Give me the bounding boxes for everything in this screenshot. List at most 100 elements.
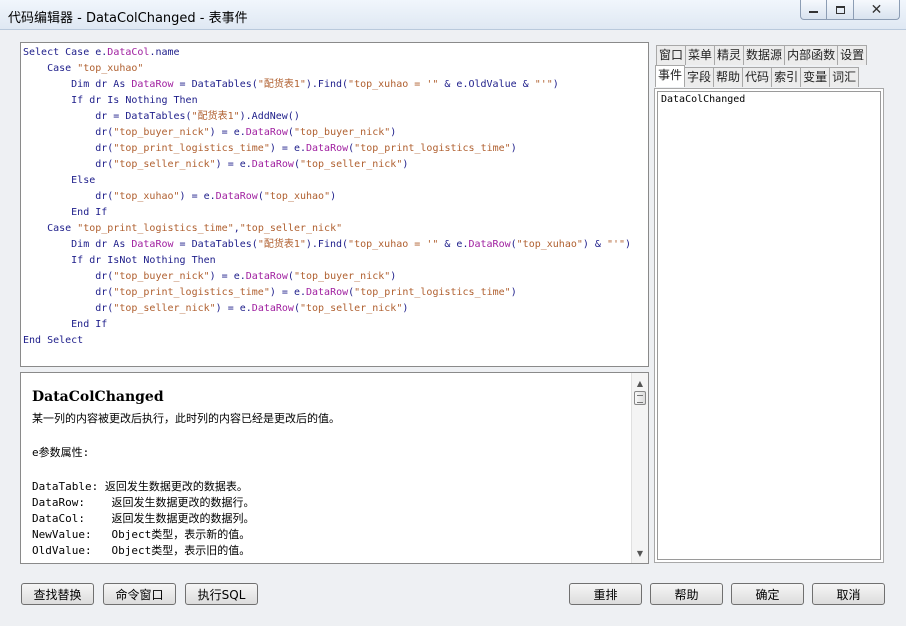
code-token: = DataTables( [173,79,258,90]
tabs-row-top: 窗口 菜单 精灵 数据源 内部函数 设置 [656,45,868,65]
tab-row1-0[interactable]: 窗口 [656,45,687,65]
tab-row2-3[interactable]: 代码 [742,67,773,87]
list-item[interactable]: DataColChanged [658,92,880,107]
execute-sql-button[interactable]: 执行SQL [185,583,258,605]
code-token: "top_seller_nick" [239,223,343,234]
close-button[interactable]: ✕ [854,0,900,20]
code-token: "top_seller_nick" [299,303,403,314]
code-line: Else [23,173,648,189]
code-token: "top_seller_nick" [299,159,403,170]
code-token: "top_xuhao" [516,239,583,250]
rearrange-button[interactable]: 重排 [569,583,642,605]
code-token: ) [402,159,409,170]
tab-row1-5[interactable]: 设置 [837,45,868,65]
code-token: DataRow [251,303,294,314]
tab-row2-0[interactable]: 事件 [655,65,686,87]
code-token: "'" [534,79,553,90]
command-window-button[interactable]: 命令窗口 [103,583,176,605]
code-line: End If [23,205,648,221]
help-param-text: Object类型，表示旧的值。 [98,544,251,557]
code-token: DataRow [251,159,294,170]
code-token: Dim dr As [23,79,132,90]
code-token: "top_print_logistics_time" [77,223,234,234]
code-token: DataRow [215,191,258,202]
tab-row1-3[interactable]: 数据源 [743,45,786,65]
code-line: dr("top_seller_nick") = e.DataRow("top_s… [23,157,648,173]
code-token: ).Find( [305,79,349,90]
tab-row2-4[interactable]: 索引 [771,67,802,87]
scroll-down-icon[interactable]: ▼ [632,545,648,561]
find-replace-button[interactable]: 查找替换 [21,583,94,605]
code-token: ) = e. [269,287,306,298]
ok-button[interactable]: 确定 [731,583,804,605]
help-panel[interactable]: DataColChanged 某一列的内容被更改后执行，此时列的内容已经是更改后… [20,372,649,564]
code-token: If dr IsNot Nothing Then [23,255,216,266]
window-controls: ✕ [800,0,900,20]
tab-row2-1[interactable]: 字段 [684,67,715,87]
help-param-row: DataCol: 返回发生数据更改的数据列。 [32,511,627,527]
event-list[interactable]: DataColChanged [657,91,881,560]
title-bar[interactable]: 代码编辑器 - DataColChanged - 表事件 ✕ [0,0,906,30]
code-token: ).AddNew() [239,111,300,122]
code-token: & e.OldValue & [438,79,535,90]
tab-row2-6[interactable]: 词汇 [829,67,860,87]
help-param-row: OldValue: Object类型，表示旧的值。 [32,543,627,559]
code-token: End If [23,207,108,218]
code-token: dr( [23,127,114,138]
code-token: End If [23,319,108,330]
close-icon: ✕ [870,1,883,18]
help-param-name: DataRow: [32,496,99,509]
code-editor[interactable]: Select Case e.DataCol.name Case "top_xuh… [20,42,649,367]
code-token: DataRow [305,287,349,298]
code-token: dr( [23,191,114,202]
code-token: End Select [23,335,84,346]
code-token: ) [510,287,517,298]
maximize-button[interactable] [827,0,854,20]
code-line: If dr IsNot Nothing Then [23,253,648,269]
code-line: dr = DataTables("配货表1").AddNew() [23,109,648,125]
code-token: & e. [438,239,469,250]
help-param-name: OldValue: [32,544,99,557]
scroll-up-icon[interactable]: ▲ [632,375,648,391]
code-token: "'" [606,239,626,250]
code-line: dr("top_buyer_nick") = e.DataRow("top_bu… [23,269,648,285]
code-line: If dr Is Nothing Then [23,93,648,109]
tab-row1-2[interactable]: 精灵 [714,45,745,65]
code-token: "top_xuhao" [113,191,180,202]
scroll-thumb[interactable] [634,391,646,405]
code-token: "top_print_logistics_time" [354,143,511,154]
minimize-button[interactable] [800,0,827,20]
tab-row2-2[interactable]: 帮助 [713,67,744,87]
code-token: "top_buyer_nick" [113,127,210,138]
code-line: Case "top_xuhao" [23,61,648,77]
code-token: DataRow [131,79,174,90]
code-token: e. [95,47,108,58]
help-param-name: DataCol: [32,512,99,525]
help-scrollbar[interactable]: ▲ ▼ [631,373,648,563]
code-line: Dim dr As DataRow = DataTables("配货表1").F… [23,77,648,93]
code-token: dr = DataTables( [23,111,192,122]
code-token: ) [625,239,632,250]
code-token: Case [23,63,78,74]
tab-row1-1[interactable]: 菜单 [685,45,716,65]
help-button[interactable]: 帮助 [650,583,723,605]
help-param-text: 返回发生数据更改的数据行。 [98,496,255,509]
code-token: dr( [23,159,114,170]
tab-panel: DataColChanged [654,88,884,563]
code-token: "top_xuhao" [263,191,331,202]
tab-row2-5[interactable]: 变量 [800,67,831,87]
code-token: DataRow [245,127,288,138]
code-token: DataRow [468,239,511,250]
code-token: ) [390,127,397,138]
code-line: dr("top_buyer_nick") = e.DataRow("top_bu… [23,125,648,141]
code-token: ) [510,143,517,154]
cancel-button[interactable]: 取消 [812,583,885,605]
code-token: dr( [23,143,114,154]
help-param-text: 返回发生数据更改的数据表。 [98,480,248,493]
code-token: ) [330,191,337,202]
tab-row1-4[interactable]: 内部函数 [784,45,839,65]
code-token: ) = e. [179,191,216,202]
code-token: If dr Is Nothing Then [23,95,198,106]
code-token: dr( [23,271,114,282]
code-token: ) = e. [209,271,246,282]
